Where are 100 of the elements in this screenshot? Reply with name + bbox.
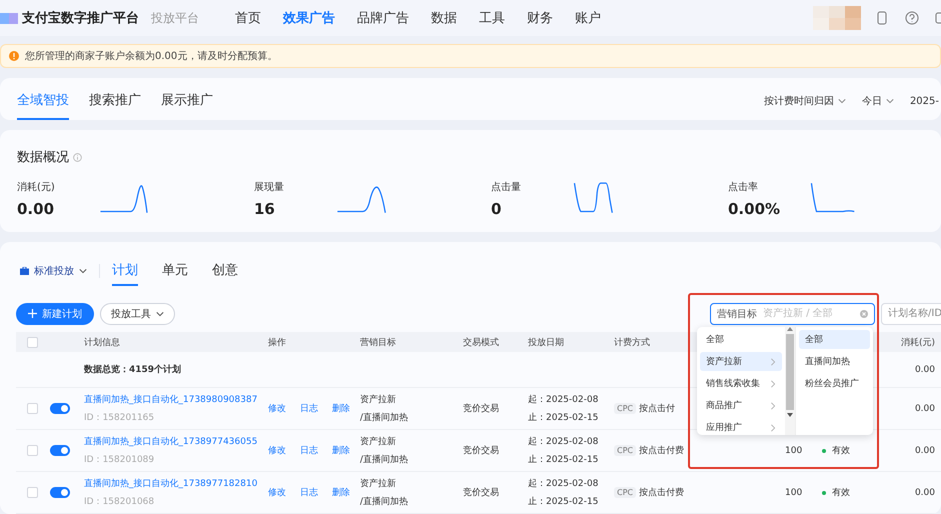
plan-name-link[interactable]: 直播间加热_接口自动化_1738977182810: [84, 477, 268, 490]
table-cell-text: 0.00: [914, 364, 935, 374]
metric-value: 0.00: [17, 200, 56, 218]
channel-tab[interactable]: 展示推广: [161, 91, 213, 120]
action-link[interactable]: 修改: [268, 486, 286, 499]
row-checkbox[interactable]: [27, 487, 38, 498]
table-cell-text: 0.00: [914, 404, 935, 414]
chevron-down-icon: [79, 267, 87, 275]
plan-name-link[interactable]: 直播间加热_接口自动化_1738980908387: [84, 393, 268, 406]
table-cell-text: 0.00: [914, 488, 935, 498]
overview-title: 数据概况: [17, 149, 69, 166]
new-plan-button[interactable]: 新建计划: [16, 302, 94, 324]
status-text: 有效: [832, 444, 850, 457]
billing-tag: CPC: [614, 445, 636, 456]
action-link[interactable]: 修改: [268, 402, 286, 415]
period-select[interactable]: 今日: [862, 94, 894, 108]
select-all-checkbox[interactable]: [27, 336, 38, 348]
table-cell-text: 按点击付费: [639, 486, 684, 499]
nav-item[interactable]: 财务: [527, 9, 553, 27]
column-header: 投放日期: [528, 336, 564, 348]
toggle-switch[interactable]: [50, 445, 70, 456]
plan-id: ID：158201089: [84, 454, 156, 466]
plan-id: ID：158201165: [84, 412, 156, 424]
menu-option[interactable]: 销售线索收集: [700, 374, 782, 393]
plan-tab[interactable]: 创意: [212, 256, 238, 286]
metric-value: 0: [491, 200, 502, 218]
action-link[interactable]: 日志: [300, 486, 318, 499]
nav-item[interactable]: 数据: [431, 9, 457, 27]
plan-tab[interactable]: 计划: [112, 256, 138, 286]
metric-value: 0.00%: [728, 200, 782, 218]
filter-label: 营销目标: [717, 308, 757, 320]
status-text: 有效: [832, 486, 850, 499]
table-cell-text: 按点击付费: [639, 444, 684, 457]
scroll-down-icon[interactable]: [787, 413, 793, 417]
name-search-field[interactable]: 计划名称/ID: [881, 302, 941, 324]
menu-option[interactable]: 全部: [700, 330, 782, 349]
briefcase-icon: [20, 267, 29, 275]
alert-message: 您所管理的商家子账户余额为0.00元，请及时分配预算。: [25, 50, 278, 63]
nav-item[interactable]: 品牌广告: [357, 9, 409, 27]
chevron-down-icon: [886, 97, 894, 105]
table-cell-text: 起：2025-02-08: [528, 394, 600, 406]
metric-value: 16: [254, 200, 276, 218]
table-cell-text: 资产拉新: [360, 436, 397, 448]
help-icon[interactable]: [903, 9, 921, 27]
warning-icon: [9, 51, 19, 61]
table-cell-text: 100: [785, 446, 804, 456]
column-header: 消耗(元): [900, 336, 935, 348]
metric-label: 点击量: [491, 180, 522, 194]
table-cell-text: /直播间加热: [360, 412, 410, 424]
action-link[interactable]: 日志: [300, 402, 318, 415]
billing-tag: CPC: [614, 403, 636, 414]
metric-label: 消耗(元): [17, 180, 56, 194]
table-cell-text: 100: [785, 488, 804, 498]
billing-tag: CPC: [614, 487, 636, 498]
table-cell-text: /直播间加热: [360, 454, 410, 466]
channel-tab[interactable]: 搜索推广: [89, 91, 141, 120]
action-link[interactable]: 删除: [332, 444, 350, 457]
menu-option[interactable]: 粉丝会员推广: [799, 374, 870, 393]
channel-tab[interactable]: 全域智投: [17, 91, 69, 120]
info-icon[interactable]: [73, 152, 82, 162]
table-cell-text: 止：2025-02-15: [528, 496, 600, 508]
nav-item[interactable]: 效果广告: [283, 9, 335, 27]
toggle-switch[interactable]: [50, 403, 70, 414]
row-checkbox[interactable]: [27, 445, 38, 456]
table-cell-text: 止：2025-02-15: [528, 454, 600, 466]
menu-option[interactable]: 商品推广: [700, 396, 782, 415]
menu-option[interactable]: 直播间加热: [799, 352, 870, 371]
plan-id: ID：158201068: [84, 496, 156, 508]
summary-text: 数据总览：4159个计划: [84, 363, 182, 376]
table-cell-text: 竞价交易: [463, 444, 500, 457]
nav-item[interactable]: 账户: [575, 9, 601, 27]
column-header: 操作: [268, 336, 286, 348]
date-range[interactable]: 2025-: [910, 96, 939, 106]
attribution-select[interactable]: 按计费时间归因: [764, 94, 846, 108]
scrollbar[interactable]: [785, 327, 795, 435]
column-header: 计划信息: [84, 336, 120, 348]
menu-option[interactable]: 资产拉新: [700, 352, 782, 371]
plan-name-link[interactable]: 直播间加热_接口自动化_1738977436055: [84, 435, 268, 448]
chevron-down-icon: [156, 310, 164, 318]
brand-name: 支付宝数字推广平台: [22, 10, 139, 27]
toggle-switch[interactable]: [50, 487, 70, 498]
menu-option[interactable]: 应用推广: [700, 418, 782, 435]
table-cell-text: 资产拉新: [360, 394, 397, 406]
table-cell-text: 止：2025-02-15: [528, 412, 600, 424]
column-header: 交易模式: [463, 336, 499, 348]
action-link[interactable]: 删除: [332, 486, 350, 499]
action-link[interactable]: 修改: [268, 444, 286, 457]
nav-item[interactable]: 首页: [235, 9, 261, 27]
plan-tab[interactable]: 单元: [162, 256, 188, 286]
table-cell-text: 竞价交易: [463, 402, 500, 415]
action-link[interactable]: 删除: [332, 402, 350, 415]
tools-button[interactable]: 投放工具: [100, 302, 175, 324]
table-cell-text: 资产拉新: [360, 478, 397, 490]
nav-item[interactable]: 工具: [479, 9, 505, 27]
table-cell-text: 0.00: [914, 446, 935, 456]
action-link[interactable]: 日志: [300, 444, 318, 457]
row-checkbox[interactable]: [27, 403, 38, 414]
clear-icon[interactable]: [860, 310, 868, 318]
menu-option[interactable]: 全部: [799, 330, 870, 349]
mode-select[interactable]: 标准投放: [20, 264, 87, 278]
